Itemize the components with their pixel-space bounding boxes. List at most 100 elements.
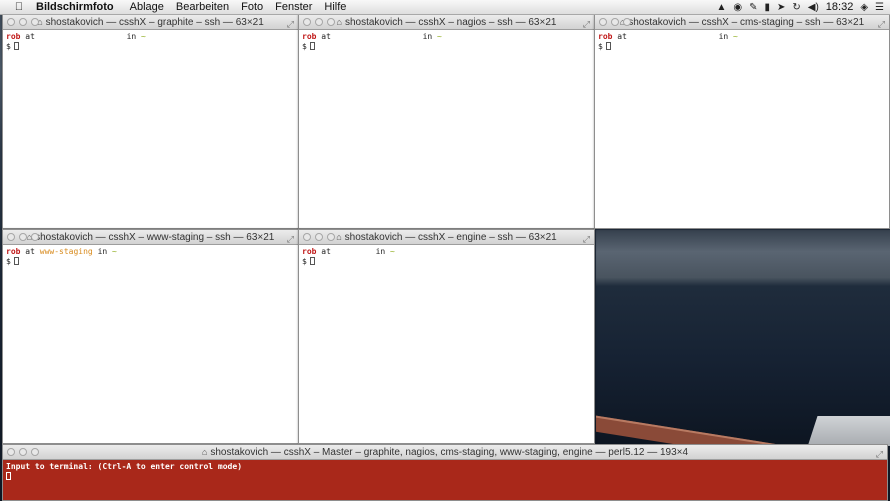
prompt-in: in bbox=[375, 247, 386, 256]
zoom-button[interactable] bbox=[31, 233, 39, 241]
minimize-button[interactable] bbox=[315, 18, 323, 26]
home-icon: ⌂ bbox=[201, 447, 208, 457]
cursor bbox=[13, 256, 19, 265]
terminal-content[interactable]: rob at in ~ $ bbox=[3, 30, 298, 53]
prompt-in: in bbox=[718, 32, 729, 41]
terminal-window-graphite[interactable]: ⌂ shostakovich — csshX – graphite – ssh —… bbox=[2, 14, 299, 229]
prompt-at: at bbox=[321, 32, 331, 41]
prompt-dir: ~ bbox=[390, 247, 395, 256]
fullscreen-icon[interactable]: ⤢ bbox=[878, 17, 885, 31]
evernote-icon[interactable]: ◉ bbox=[733, 2, 742, 13]
home-icon: ⌂ bbox=[336, 17, 342, 27]
window-title: shostakovich — csshX – www-staging – ssh… bbox=[35, 232, 275, 243]
prompt-user: rob bbox=[598, 32, 613, 41]
menu-bar:  Bildschirmfoto Ablage Bearbeiten Foto … bbox=[0, 0, 890, 15]
prompt-symbol: $ bbox=[598, 41, 603, 51]
minimize-button[interactable] bbox=[315, 233, 323, 241]
terminal-content[interactable]: rob at in ~ $ bbox=[299, 30, 594, 53]
cursor bbox=[13, 41, 19, 50]
time-machine-icon[interactable]: ↻ bbox=[792, 2, 800, 13]
prompt-dir: ~ bbox=[733, 32, 738, 41]
prompt-at: at bbox=[25, 32, 35, 41]
menu-hilfe[interactable]: Hilfe bbox=[324, 1, 346, 13]
prompt-symbol: $ bbox=[6, 41, 11, 51]
pen-icon[interactable]: ✎ bbox=[749, 2, 757, 13]
prompt-symbol: $ bbox=[302, 41, 307, 51]
zoom-button[interactable] bbox=[327, 18, 335, 26]
csshx-master-window[interactable]: ⌂ shostakovich — csshX – Master – graphit… bbox=[2, 444, 888, 501]
list-icon[interactable]: ☰ bbox=[875, 2, 884, 13]
prompt-dir: ~ bbox=[112, 247, 117, 256]
prompt-user: rob bbox=[302, 247, 317, 256]
fullscreen-icon[interactable]: ⤢ bbox=[583, 232, 590, 246]
bookmark-icon[interactable]: ▮ bbox=[764, 2, 770, 13]
minimize-button[interactable] bbox=[19, 448, 27, 456]
prompt-symbol: $ bbox=[6, 256, 11, 266]
terminal-window-www-staging[interactable]: ⌂ shostakovich — csshX – www-staging – ss… bbox=[2, 229, 299, 444]
close-button[interactable] bbox=[599, 18, 607, 26]
title-bar[interactable]: ⌂ shostakovich — csshX – engine – ssh — 6… bbox=[299, 230, 594, 245]
master-instruction: Input to terminal: (Ctrl-A to enter cont… bbox=[6, 462, 243, 471]
menu-bearbeiten[interactable]: Bearbeiten bbox=[176, 1, 229, 13]
window-title: shostakovich — csshX – engine – ssh — 63… bbox=[344, 232, 557, 243]
prompt-symbol: $ bbox=[302, 256, 307, 266]
window-title: shostakovich — csshX – cms-staging – ssh… bbox=[628, 17, 865, 28]
menu-foto[interactable]: Foto bbox=[241, 1, 263, 13]
zoom-button[interactable] bbox=[31, 448, 39, 456]
fullscreen-icon[interactable]: ⤢ bbox=[287, 232, 294, 246]
location-icon[interactable]: ➤ bbox=[777, 2, 785, 13]
close-button[interactable] bbox=[7, 448, 15, 456]
close-button[interactable] bbox=[7, 233, 15, 241]
minimize-button[interactable] bbox=[19, 233, 27, 241]
close-button[interactable] bbox=[303, 233, 311, 241]
zoom-button[interactable] bbox=[31, 18, 39, 26]
prompt-host: www-staging bbox=[39, 247, 93, 256]
prompt-dir: ~ bbox=[437, 32, 442, 41]
prompt-at: at bbox=[321, 247, 331, 256]
fullscreen-icon[interactable]: ⤢ bbox=[287, 17, 294, 31]
cursor bbox=[309, 256, 315, 265]
terminal-window-engine[interactable]: ⌂ shostakovich — csshX – engine – ssh — 6… bbox=[298, 229, 595, 444]
title-bar[interactable]: ⌂ shostakovich — csshX – www-staging – ss… bbox=[3, 230, 298, 245]
terminal-content[interactable]: rob at in ~ $ bbox=[595, 30, 889, 53]
prompt-dir: ~ bbox=[141, 32, 146, 41]
home-icon: ⌂ bbox=[336, 232, 342, 242]
title-bar[interactable]: ⌂ shostakovich — csshX – graphite – ssh —… bbox=[3, 15, 298, 30]
title-bar[interactable]: ⌂ shostakovich — csshX – nagios – ssh — 6… bbox=[299, 15, 594, 30]
status-area: ▲ ◉ ✎ ▮ ➤ ↻ ◀) 18:32 ◈ ☰ bbox=[716, 0, 884, 14]
clock[interactable]: 18:32 bbox=[826, 1, 854, 13]
wifi-icon[interactable]: ◈ bbox=[860, 2, 868, 13]
terminal-content[interactable]: rob at www-staging in ~ $ bbox=[3, 245, 298, 268]
prompt-user: rob bbox=[6, 32, 21, 41]
minimize-button[interactable] bbox=[19, 18, 27, 26]
app-menu[interactable]: Bildschirmfoto bbox=[36, 1, 114, 13]
menu-fenster[interactable]: Fenster bbox=[275, 1, 312, 13]
prompt-in: in bbox=[422, 32, 433, 41]
cursor bbox=[6, 471, 11, 480]
prompt-in: in bbox=[97, 247, 108, 256]
terminal-window-nagios[interactable]: ⌂ shostakovich — csshX – nagios – ssh — 6… bbox=[298, 14, 595, 229]
cursor bbox=[605, 41, 611, 50]
master-input-area[interactable]: Input to terminal: (Ctrl-A to enter cont… bbox=[3, 460, 887, 483]
dropbox-icon[interactable]: ▲ bbox=[716, 2, 726, 13]
cursor bbox=[309, 41, 315, 50]
terminal-content[interactable]: rob at in ~ $ bbox=[299, 245, 594, 268]
apple-menu-icon[interactable]:  bbox=[8, 1, 30, 13]
zoom-button[interactable] bbox=[623, 18, 631, 26]
fullscreen-icon[interactable]: ⤢ bbox=[876, 447, 883, 461]
window-title: shostakovich — csshX – graphite – ssh — … bbox=[45, 17, 264, 28]
fullscreen-icon[interactable]: ⤢ bbox=[583, 17, 590, 31]
menu-ablage[interactable]: Ablage bbox=[130, 1, 164, 13]
prompt-user: rob bbox=[6, 247, 21, 256]
title-bar[interactable]: ⌂shostakovich — csshX – cms-staging – ss… bbox=[595, 15, 889, 30]
volume-icon[interactable]: ◀) bbox=[808, 2, 819, 13]
title-bar[interactable]: ⌂ shostakovich — csshX – Master – graphit… bbox=[3, 445, 887, 460]
minimize-button[interactable] bbox=[611, 18, 619, 26]
window-title: shostakovich — csshX – Master – graphite… bbox=[210, 447, 689, 458]
close-button[interactable] bbox=[303, 18, 311, 26]
ship-railing bbox=[596, 404, 890, 446]
close-button[interactable] bbox=[7, 18, 15, 26]
window-title: shostakovich — csshX – nagios – ssh — 63… bbox=[344, 17, 557, 28]
terminal-window-cms-staging[interactable]: ⌂shostakovich — csshX – cms-staging – ss… bbox=[594, 14, 890, 229]
zoom-button[interactable] bbox=[327, 233, 335, 241]
